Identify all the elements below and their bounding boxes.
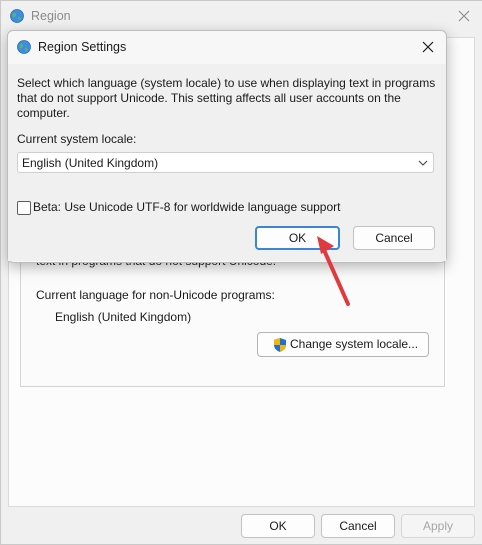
dialog-cancel-button[interactable]: Cancel bbox=[353, 226, 435, 250]
beta-utf8-label: Beta: Use Unicode UTF-8 for worldwide la… bbox=[33, 200, 341, 214]
current-language-value: English (United Kingdom) bbox=[55, 310, 192, 324]
region-title: Region bbox=[31, 9, 71, 23]
current-language-label: Current language for non-Unicode program… bbox=[36, 288, 275, 302]
region-settings-dialog: Region Settings Select which language (s… bbox=[7, 30, 447, 263]
change-system-locale-button[interactable]: Change system locale... bbox=[257, 332, 429, 357]
dialog-ok-button[interactable]: OK bbox=[255, 226, 340, 250]
dialog-title: Region Settings bbox=[38, 40, 127, 54]
dialog-titlebar: Region Settings bbox=[8, 31, 446, 63]
locale-description: Select which language (system locale) to… bbox=[17, 76, 436, 120]
dialog-body: Select which language (system locale) to… bbox=[8, 64, 446, 261]
region-ok-button[interactable]: OK bbox=[241, 514, 315, 538]
region-apply-button[interactable]: Apply bbox=[401, 514, 475, 538]
close-icon[interactable] bbox=[414, 34, 442, 60]
change-system-locale-label: Change system locale... bbox=[290, 337, 419, 351]
close-icon[interactable] bbox=[450, 3, 478, 29]
system-locale-dropdown[interactable]: English (United Kingdom) bbox=[17, 152, 434, 173]
globe-icon bbox=[17, 40, 31, 54]
beta-utf8-checkbox[interactable] bbox=[17, 201, 31, 215]
chevron-down-icon bbox=[418, 160, 428, 166]
region-titlebar: Region bbox=[1, 1, 482, 33]
system-locale-label: Current system locale: bbox=[17, 132, 137, 146]
system-locale-value: English (United Kingdom) bbox=[22, 156, 159, 170]
region-cancel-button[interactable]: Cancel bbox=[321, 514, 395, 538]
globe-icon bbox=[10, 9, 24, 23]
uac-shield-icon bbox=[274, 338, 286, 352]
